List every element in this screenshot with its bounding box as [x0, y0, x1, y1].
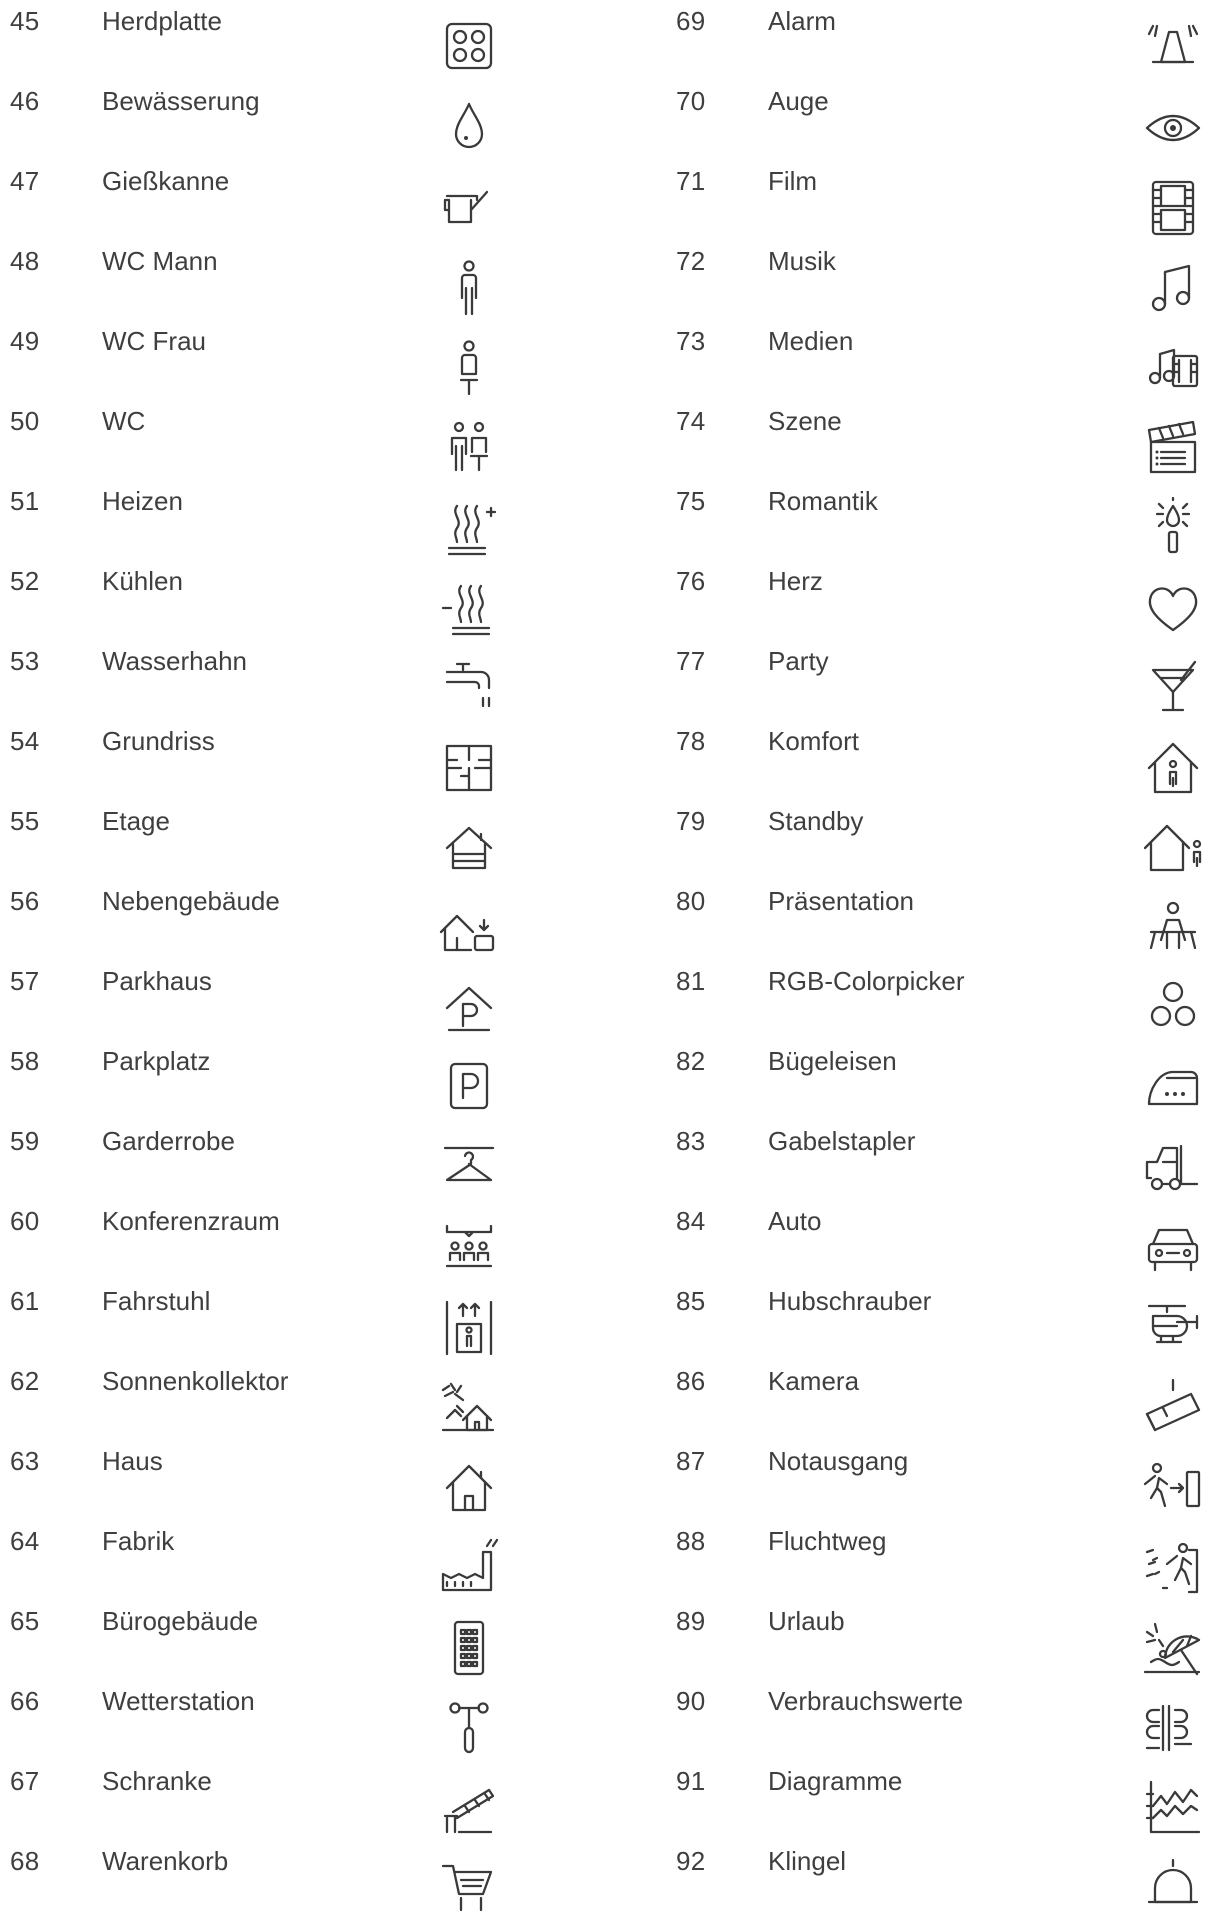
list-item: 71 Film	[0, 160, 1208, 240]
presenter-icon	[1142, 898, 1204, 958]
item-label: Standby	[768, 806, 864, 836]
item-label: Bügeleisen	[768, 1046, 897, 1076]
item-number: 82	[676, 1046, 706, 1076]
list-item: 82 Bügeleisen	[0, 1040, 1208, 1120]
item-label: Gabelstapler	[768, 1126, 916, 1156]
item-label: Komfort	[768, 726, 860, 756]
item-number: 86	[676, 1366, 706, 1396]
item-label: Romantik	[768, 486, 878, 516]
comfort-house-icon	[1142, 738, 1204, 798]
item-label: Kamera	[768, 1366, 860, 1396]
item-number: 71	[676, 166, 706, 196]
list-item: 77 Party	[0, 640, 1208, 720]
item-label: Hubschrauber	[768, 1286, 932, 1316]
cocktail-icon	[1142, 658, 1204, 718]
item-number: 78	[676, 726, 706, 756]
item-label: Fluchtweg	[768, 1526, 887, 1556]
item-label: Party	[768, 646, 829, 676]
list-item: 72 Musik	[0, 240, 1208, 320]
consumption-meter-icon	[1142, 1698, 1204, 1758]
list-item: 90 Verbrauchswerte	[0, 1680, 1208, 1760]
helicopter-icon	[1142, 1298, 1204, 1358]
item-number: 88	[676, 1526, 706, 1556]
item-number: 84	[676, 1206, 706, 1236]
beach-umbrella-icon	[1142, 1618, 1204, 1678]
escape-route-icon	[1142, 1538, 1204, 1598]
item-label: Film	[768, 166, 818, 196]
list-item: 88 Fluchtweg	[0, 1520, 1208, 1600]
list-item: 74 Szene	[0, 400, 1208, 480]
item-number: 75	[676, 486, 706, 516]
item-number: 87	[676, 1446, 706, 1476]
list-item: 83 Gabelstapler	[0, 1120, 1208, 1200]
list-item: 86 Kamera	[0, 1360, 1208, 1440]
list-item: 70 Auge	[0, 80, 1208, 160]
item-number: 85	[676, 1286, 706, 1316]
candle-icon	[1142, 496, 1204, 558]
list-item: 69 Alarm	[0, 0, 1208, 80]
forklift-icon	[1142, 1138, 1204, 1198]
item-label: Medien	[768, 326, 854, 356]
list-item: 75 Romantik	[0, 480, 1208, 560]
item-number: 73	[676, 326, 706, 356]
item-label: Notausgang	[768, 1446, 909, 1476]
list-item: 85 Hubschrauber	[0, 1280, 1208, 1360]
clapperboard-icon	[1142, 418, 1204, 478]
item-number: 80	[676, 886, 706, 916]
item-label: Urlaub	[768, 1606, 845, 1636]
list-item: 80 Präsentation	[0, 880, 1208, 960]
heart-icon	[1142, 578, 1204, 638]
alarm-bell-icon	[1142, 18, 1204, 78]
list-item: 84 Auto	[0, 1200, 1208, 1280]
list-item: 91 Diagramme	[0, 1760, 1208, 1840]
item-number: 69	[676, 6, 706, 36]
list-item: 76 Herz	[0, 560, 1208, 640]
item-number: 90	[676, 1686, 706, 1716]
list-item: 79 Standby	[0, 800, 1208, 880]
item-label: Präsentation	[768, 886, 914, 916]
emergency-exit-icon	[1142, 1458, 1204, 1518]
standby-house-icon	[1142, 818, 1204, 878]
item-number: 72	[676, 246, 706, 276]
list-item: 87 Notausgang	[0, 1440, 1208, 1520]
music-note-icon	[1142, 258, 1204, 318]
item-number: 77	[676, 646, 706, 676]
item-number: 79	[676, 806, 706, 836]
media-icon	[1142, 338, 1204, 398]
list-item: 81 RGB-Colorpicker	[0, 960, 1208, 1040]
item-label: Auge	[768, 86, 829, 116]
item-number: 92	[676, 1846, 706, 1876]
list-item: 73 Medien	[0, 320, 1208, 400]
security-camera-icon	[1142, 1378, 1204, 1438]
item-number: 89	[676, 1606, 706, 1636]
item-number: 76	[676, 566, 706, 596]
item-number: 81	[676, 966, 706, 996]
item-label: Auto	[768, 1206, 822, 1236]
list-item: 92 Klingel	[0, 1840, 1208, 1920]
eye-icon	[1142, 98, 1204, 158]
list-item: 89 Urlaub	[0, 1600, 1208, 1680]
iron-icon	[1142, 1058, 1204, 1118]
icon-legend-list: 45 Herdplatte 46 Bewässerung 47 Gießkanne 48 WC…	[0, 0, 1208, 1912]
item-label: Diagramme	[768, 1766, 903, 1796]
item-label: Verbrauchswerte	[768, 1686, 964, 1716]
item-label: Alarm	[768, 6, 836, 36]
line-chart-icon	[1142, 1778, 1204, 1838]
item-label: Klingel	[768, 1846, 847, 1876]
list-item: 78 Komfort	[0, 720, 1208, 800]
item-label: Herz	[768, 566, 823, 596]
doorbell-icon	[1142, 1858, 1204, 1918]
item-number: 74	[676, 406, 706, 436]
item-number: 91	[676, 1766, 706, 1796]
item-number: 70	[676, 86, 706, 116]
item-label: Szene	[768, 406, 842, 436]
car-icon	[1142, 1218, 1204, 1278]
item-label: RGB-Colorpicker	[768, 966, 965, 996]
item-label: Musik	[768, 246, 836, 276]
rgb-circles-icon	[1142, 978, 1204, 1038]
item-number: 83	[676, 1126, 706, 1156]
film-strip-icon	[1142, 178, 1204, 238]
